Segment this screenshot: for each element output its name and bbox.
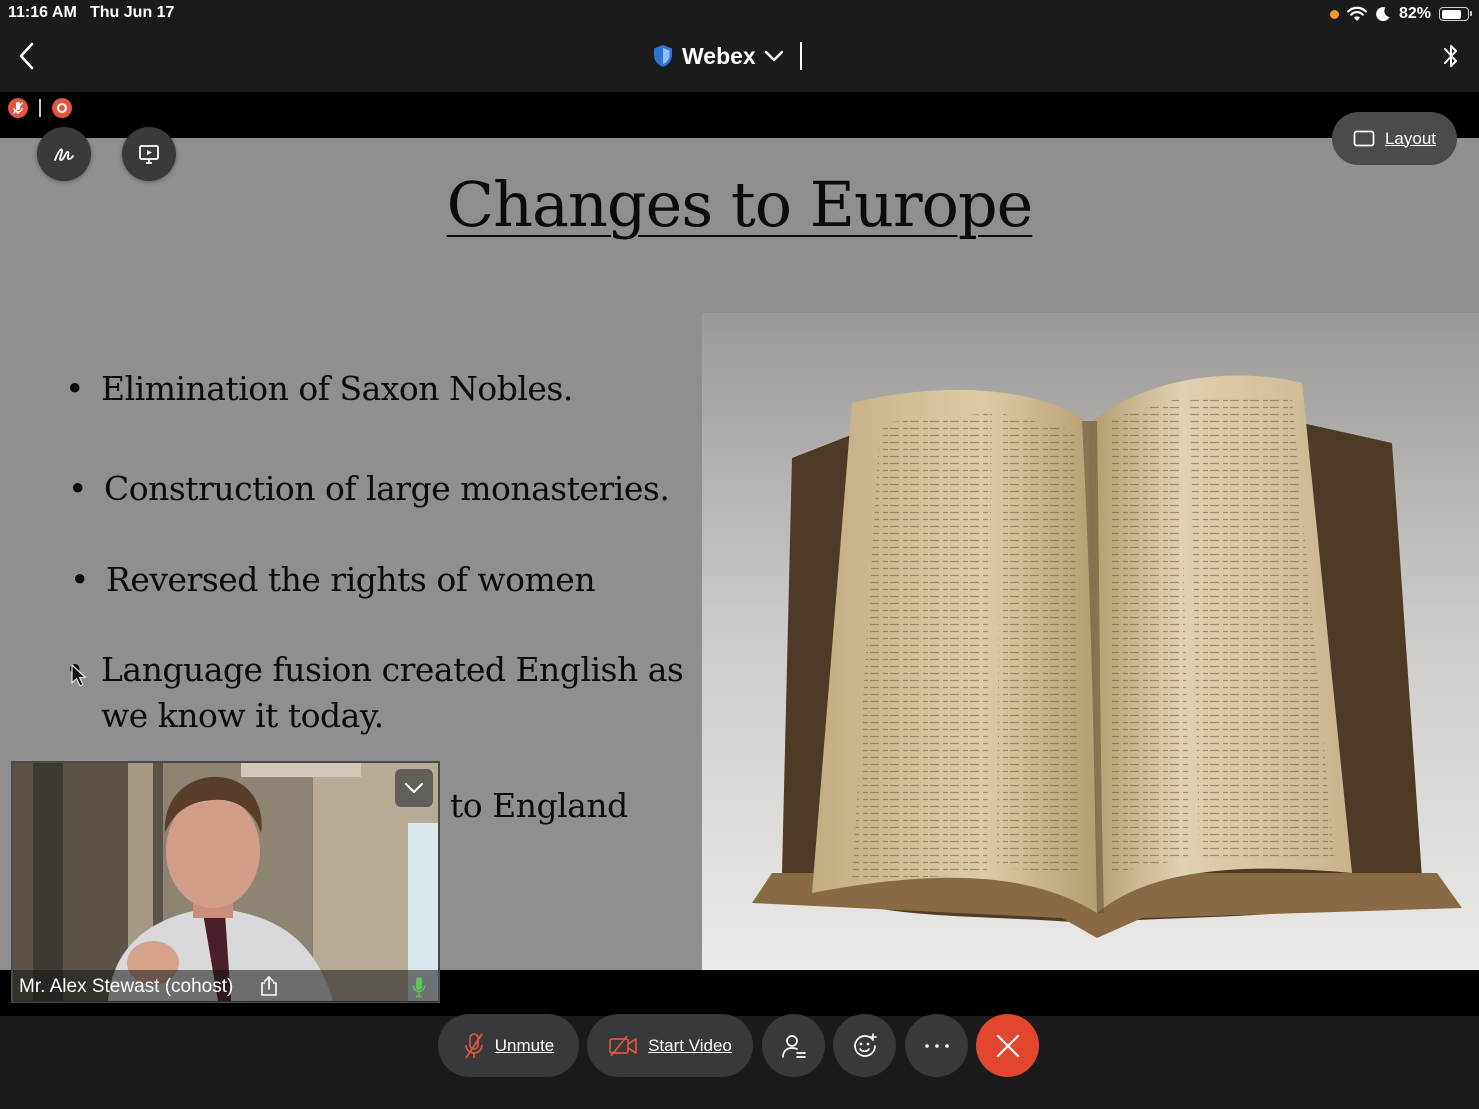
bullet-text: Elimination of Saxon Nobles. <box>101 369 573 408</box>
reactions-icon <box>853 1032 877 1057</box>
participant-video-feed <box>13 763 438 1001</box>
slide-bullet-partial: to England <box>450 783 628 829</box>
share-content-button[interactable] <box>122 127 176 181</box>
battery-percent: 82% <box>1398 5 1431 22</box>
slide-bullet: • Language fusion created English as we … <box>65 647 684 739</box>
slide-bullet: • Elimination of Saxon Nobles. <box>65 366 573 412</box>
open-manuscript-book-photo <box>702 313 1479 970</box>
privacy-indicator-dot <box>1329 9 1339 19</box>
more-icon <box>924 1043 949 1048</box>
more-options-button[interactable] <box>905 1014 968 1077</box>
indicator-divider <box>39 99 41 117</box>
meeting-title: Webex <box>682 42 756 69</box>
bullet-text: Reversed the rights of women <box>106 560 596 599</box>
mic-off-icon <box>464 1032 483 1058</box>
meeting-indicator-strip <box>0 92 1479 138</box>
participant-name: Mr. Alex Stewast (cohost) <box>19 976 234 997</box>
battery-icon <box>1439 7 1472 21</box>
slide-bullet: • Reversed the rights of women <box>70 557 596 603</box>
end-call-icon <box>996 1034 1019 1057</box>
wifi-icon <box>1347 6 1367 21</box>
collapse-self-view-button[interactable] <box>395 769 433 807</box>
pen-scribble-icon <box>54 148 74 161</box>
status-time: 11:16 AM <box>8 4 77 21</box>
share-icon <box>261 975 277 996</box>
status-date: Thu Jun 17 <box>90 4 175 21</box>
status-indicators: 82% <box>1329 3 1472 25</box>
bullet-text: to England <box>450 786 628 825</box>
annotate-button[interactable] <box>37 127 91 181</box>
bullet-text: Language fusion created English as we kn… <box>101 647 684 739</box>
layout-label: Layout <box>1384 128 1437 148</box>
screen-share-icon <box>139 145 159 164</box>
bullet-text: Construction of large monasteries. <box>104 469 670 508</box>
bluetooth-icon[interactable] <box>1440 40 1462 72</box>
slide-bullet: • Construction of large monasteries. <box>68 466 670 512</box>
leave-meeting-button[interactable] <box>976 1014 1039 1077</box>
reactions-button[interactable] <box>833 1014 896 1077</box>
mic-active-icon <box>412 977 426 998</box>
participants-button[interactable] <box>762 1014 825 1077</box>
chevron-down-icon <box>764 50 783 62</box>
bullet-text-line: we know it today. <box>101 696 384 735</box>
video-off-icon <box>609 1034 637 1057</box>
bullet-dot: • <box>65 647 84 739</box>
bullet-dot: • <box>70 560 89 599</box>
layout-button[interactable]: Layout <box>1332 112 1457 165</box>
bullet-text-line: Language fusion created English as <box>101 650 684 689</box>
shield-icon <box>654 45 672 67</box>
self-video-tile[interactable] <box>11 761 440 1003</box>
meeting-title-menu[interactable]: Webex <box>652 38 784 74</box>
layout-icon <box>1353 130 1375 147</box>
start-video-label: Start Video <box>648 1035 732 1055</box>
unmute-label: Unmute <box>494 1035 555 1055</box>
recording-icon <box>52 98 72 118</box>
bullet-dot: • <box>65 369 84 408</box>
status-bar <box>0 0 1479 28</box>
muted-mic-icon <box>8 98 28 118</box>
slide-title: Changes to Europe <box>446 168 1034 241</box>
mouse-pointer-icon <box>71 664 87 687</box>
header-divider <box>800 42 802 70</box>
chevron-down-icon <box>405 783 423 793</box>
start-video-button[interactable]: Start Video <box>587 1014 753 1077</box>
participants-icon <box>781 1034 806 1058</box>
moon-icon <box>1376 7 1390 22</box>
unmute-button[interactable]: Unmute <box>438 1014 579 1077</box>
bullet-dot: • <box>68 469 87 508</box>
back-chevron-icon[interactable] <box>12 38 40 74</box>
